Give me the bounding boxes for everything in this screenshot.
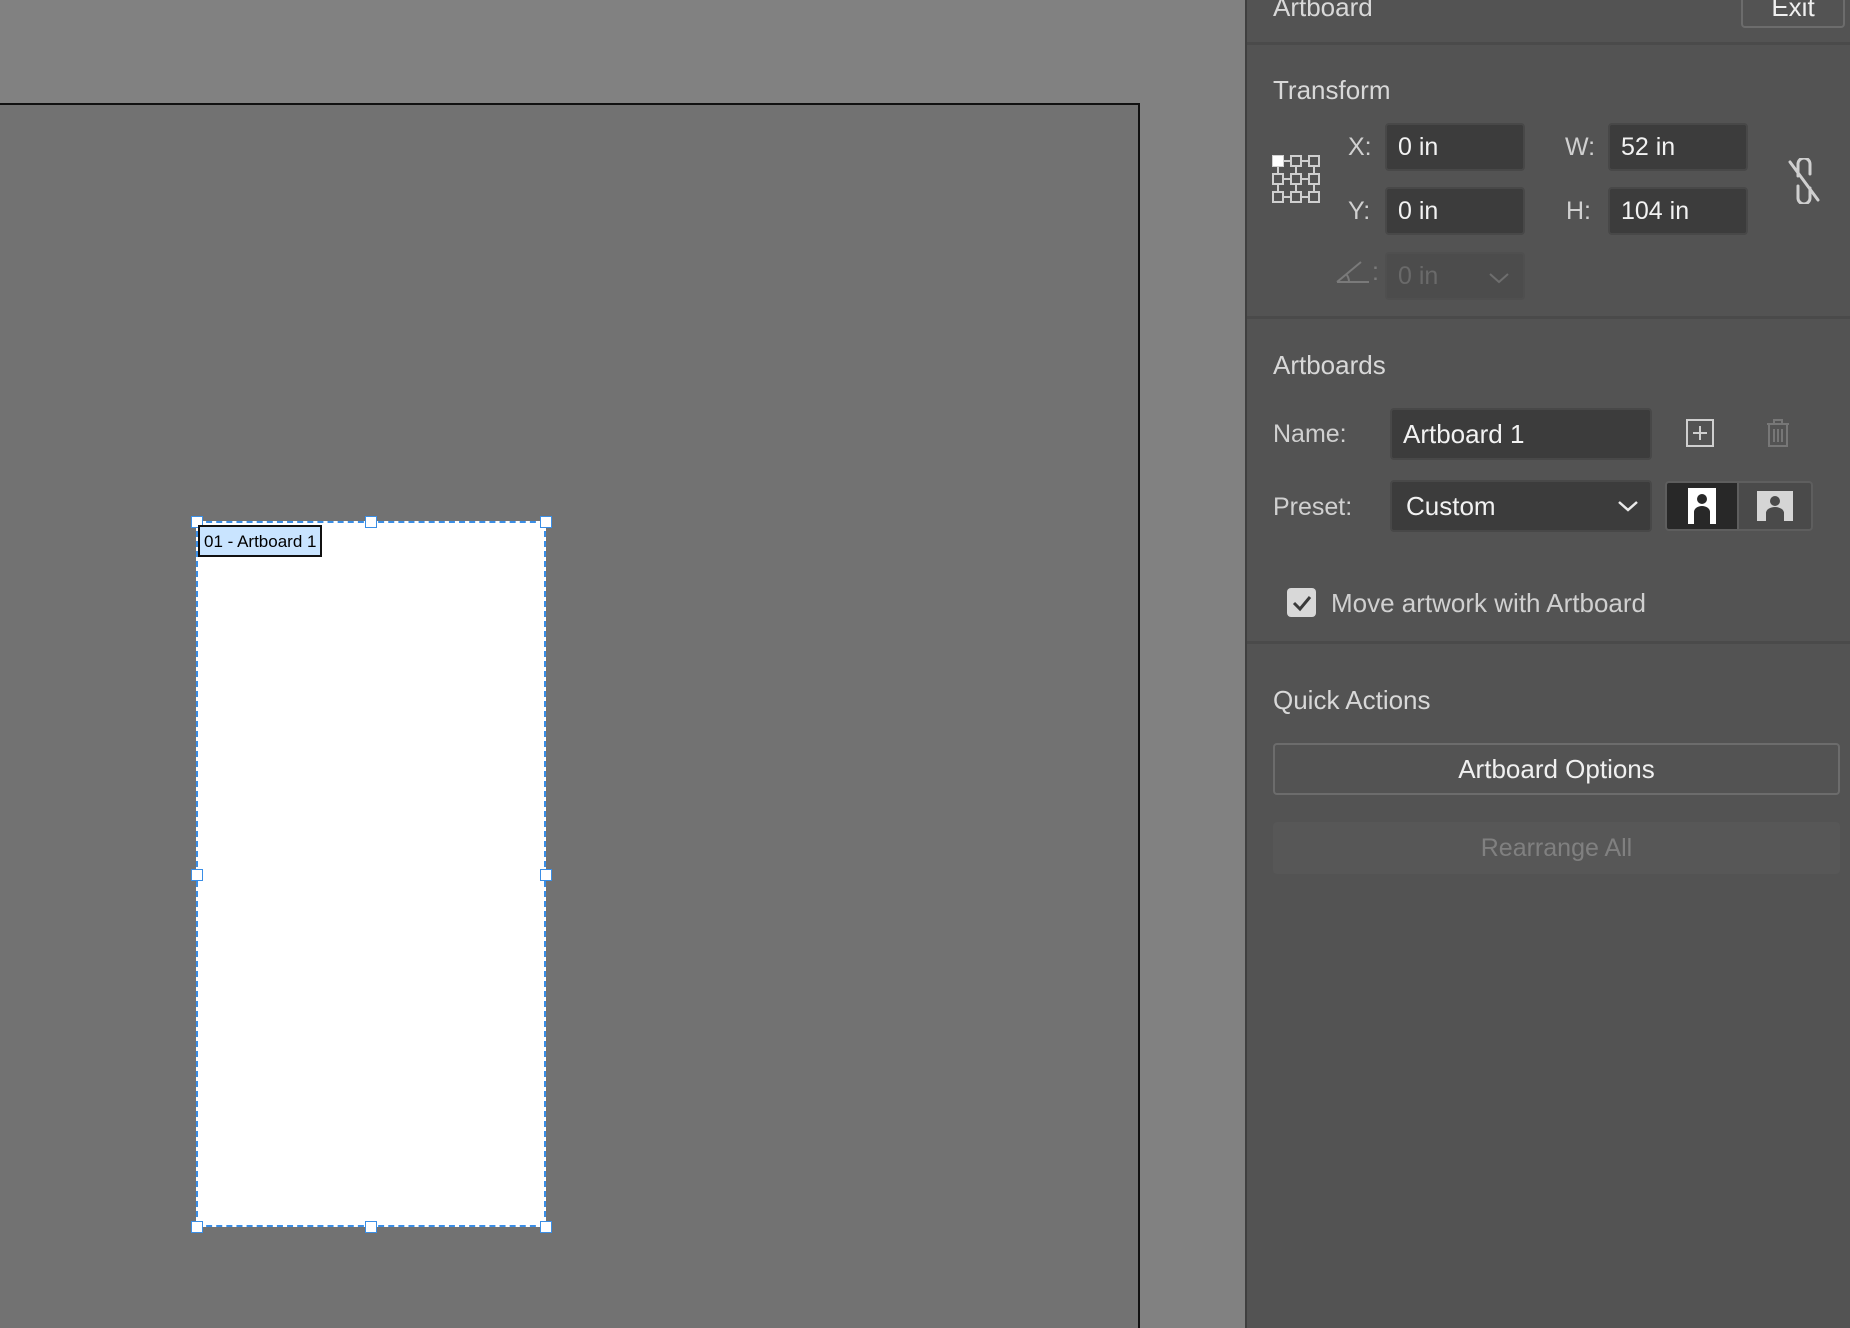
angle-icon: [1333, 258, 1373, 288]
handle-middle-left[interactable]: [191, 869, 203, 881]
preset-label: Preset:: [1273, 493, 1353, 521]
y-label: Y:: [1348, 197, 1371, 225]
angle-label: :: [1372, 258, 1379, 286]
delete-artboard-icon: [1762, 417, 1794, 449]
reference-point-icon[interactable]: [1271, 154, 1321, 204]
rearrange-all-button: Rearrange All: [1273, 822, 1840, 874]
x-label: X:: [1348, 133, 1372, 161]
divider: [1247, 42, 1850, 45]
x-input[interactable]: 0 in: [1385, 123, 1525, 171]
document-area[interactable]: [0, 103, 1140, 1328]
canvas[interactable]: 01 - Artboard 1: [0, 0, 1245, 1328]
quick-actions-title: Quick Actions: [1273, 685, 1431, 715]
handle-top-center[interactable]: [365, 516, 377, 528]
w-label: W:: [1565, 133, 1596, 161]
chevron-down-icon: [1618, 501, 1638, 512]
portrait-icon[interactable]: [1665, 481, 1739, 531]
move-artwork-label[interactable]: Move artwork with Artboard: [1331, 588, 1646, 619]
link-proportions-icon[interactable]: [1784, 158, 1824, 204]
artboard-label[interactable]: 01 - Artboard 1: [198, 525, 323, 557]
properties-panel: Artboard Exit Transform X: 0 in W: 52 in…: [1245, 0, 1850, 1328]
y-input[interactable]: 0 in: [1385, 187, 1525, 235]
checkbox-check-icon: [1292, 595, 1311, 611]
handle-middle-right[interactable]: [540, 869, 552, 881]
handle-bottom-right[interactable]: [540, 1221, 552, 1233]
h-input[interactable]: 104 in: [1608, 187, 1748, 235]
new-artboard-icon[interactable]: [1684, 417, 1716, 449]
handle-top-right[interactable]: [540, 516, 552, 528]
panel-title: Artboard: [1273, 0, 1373, 22]
exit-button[interactable]: Exit: [1741, 0, 1845, 28]
handle-bottom-center[interactable]: [365, 1221, 377, 1233]
chevron-down-icon: [1489, 273, 1509, 284]
name-label: Name:: [1273, 420, 1347, 448]
artboard[interactable]: [196, 521, 546, 1227]
artboard-options-button[interactable]: Artboard Options: [1273, 743, 1840, 795]
transform-title: Transform: [1273, 75, 1391, 105]
w-input[interactable]: 52 in: [1608, 123, 1748, 171]
divider: [1247, 641, 1850, 644]
divider: [1247, 316, 1850, 319]
move-artwork-checkbox[interactable]: [1287, 588, 1316, 617]
handle-bottom-left[interactable]: [191, 1221, 203, 1233]
preset-select[interactable]: Custom: [1390, 480, 1652, 532]
landscape-icon[interactable]: [1739, 481, 1813, 531]
artboard-name-input[interactable]: Artboard 1: [1390, 408, 1652, 460]
h-label: H:: [1566, 197, 1591, 225]
artboards-title: Artboards: [1273, 350, 1386, 380]
